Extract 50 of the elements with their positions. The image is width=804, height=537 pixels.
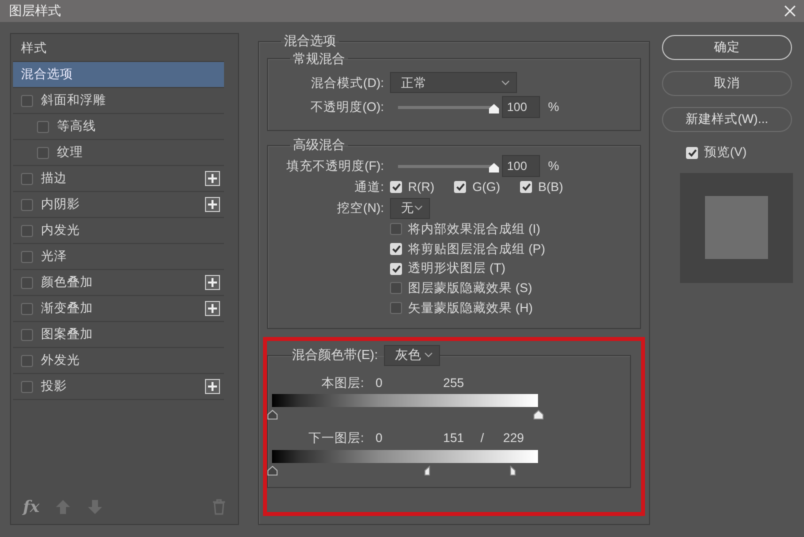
style-list-item[interactable]: 斜面和浮雕	[13, 88, 224, 114]
blend-mode-select[interactable]: 正常	[390, 72, 517, 94]
checkbox-label: 将剪贴图层混合成组 (P)	[408, 240, 546, 258]
style-list-item[interactable]: 等高线	[13, 114, 224, 140]
field-label: 不透明度(O):	[309, 99, 384, 116]
style-list-item[interactable]: 描边	[13, 166, 224, 192]
number-field[interactable]: 100	[502, 155, 540, 177]
style-list-item[interactable]: 外发光	[13, 348, 224, 374]
checkbox-label: 将内部效果混合成组 (I)	[408, 220, 540, 238]
value-label: 0	[374, 430, 384, 448]
value-label: 255	[442, 374, 464, 392]
checkbox-label: 矢量蒙版隐藏效果 (H)	[408, 300, 533, 317]
checkbox-label: 透明形状图层 (T)	[408, 260, 506, 278]
style-list-item[interactable]: 内发光	[13, 218, 224, 244]
field-label: 下一图层:	[308, 430, 364, 448]
dialog-button[interactable]: 取消	[662, 71, 792, 96]
style-list-item[interactable]: 光泽	[13, 244, 224, 270]
field-label: 挖空(N):	[336, 200, 384, 217]
group-title: 高级混合	[292, 137, 346, 153]
field-label: 通道:	[354, 179, 384, 196]
blend-if-select[interactable]: 灰色	[384, 344, 440, 366]
field-label: 混合颜色带(E):	[292, 347, 378, 363]
checkbox-label: 图层蒙版隐藏效果 (S)	[408, 280, 532, 297]
style-list-item[interactable]: 渐变叠加	[13, 296, 224, 322]
number-field[interactable]: 100	[502, 96, 540, 118]
value-label: 151	[442, 430, 464, 448]
style-list-item[interactable]: 投影	[13, 374, 224, 400]
field-label: 本图层:	[320, 374, 364, 392]
group-title: 常规混合	[292, 50, 346, 66]
window-title: 图层样式	[9, 2, 61, 20]
field-label: 填充不透明度(F):	[286, 158, 384, 175]
value-label: 0	[374, 374, 384, 392]
checkbox-label: G(G)	[472, 179, 500, 196]
knockout-select[interactable]: 无	[390, 198, 430, 219]
value-label: 229	[502, 430, 524, 448]
percent-label: %	[548, 158, 560, 175]
style-list-item[interactable]: 颜色叠加	[13, 270, 224, 296]
percent-label: %	[548, 99, 560, 116]
style-list-item[interactable]: 图案叠加	[13, 322, 224, 348]
style-list-item[interactable]: 混合选项	[13, 62, 224, 88]
style-list-item[interactable]: 内阴影	[13, 192, 224, 218]
checkbox-label: 预览(V)	[704, 144, 747, 162]
checkbox-label: R(R)	[408, 179, 434, 196]
field-label: 混合模式(D):	[310, 74, 384, 92]
dialog-button[interactable]: 确定	[662, 35, 792, 60]
style-list-item[interactable]: 纹理	[13, 140, 224, 166]
checkbox-label: B(B)	[538, 179, 564, 196]
dialog-button[interactable]: 新建样式(W)...	[662, 107, 792, 132]
group-title: 混合选项	[283, 33, 337, 49]
value-label: /	[480, 430, 484, 448]
